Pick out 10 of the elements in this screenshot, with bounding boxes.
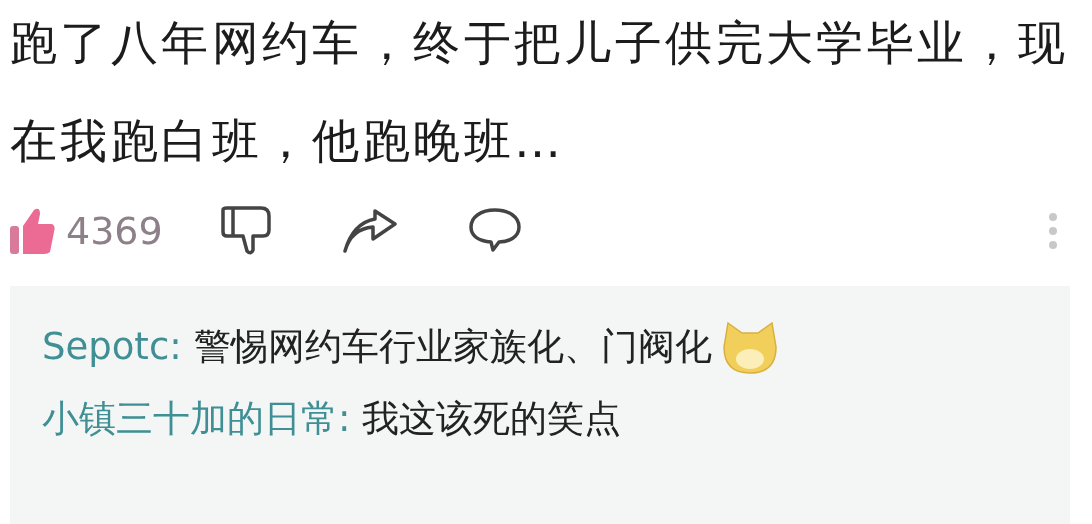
post-text: 跑了八年网约车，终于把儿子供完大学毕业，现在我跑白班，他跑晚班… xyxy=(10,14,1070,170)
reply-text: 我这该死的笑点 xyxy=(362,396,622,442)
thumbs-down-icon[interactable] xyxy=(220,206,273,256)
thumbs-up-icon[interactable] xyxy=(10,206,56,256)
like-count: 4369 xyxy=(66,209,163,253)
reply-author[interactable]: 小镇三十加的日常: xyxy=(42,390,351,448)
reply-author[interactable]: Sepotc: xyxy=(42,318,182,376)
share-icon[interactable] xyxy=(342,209,399,253)
comment-icon[interactable] xyxy=(468,208,521,254)
reply-text: 警惕网约车行业家族化、门阀化 xyxy=(193,324,712,370)
